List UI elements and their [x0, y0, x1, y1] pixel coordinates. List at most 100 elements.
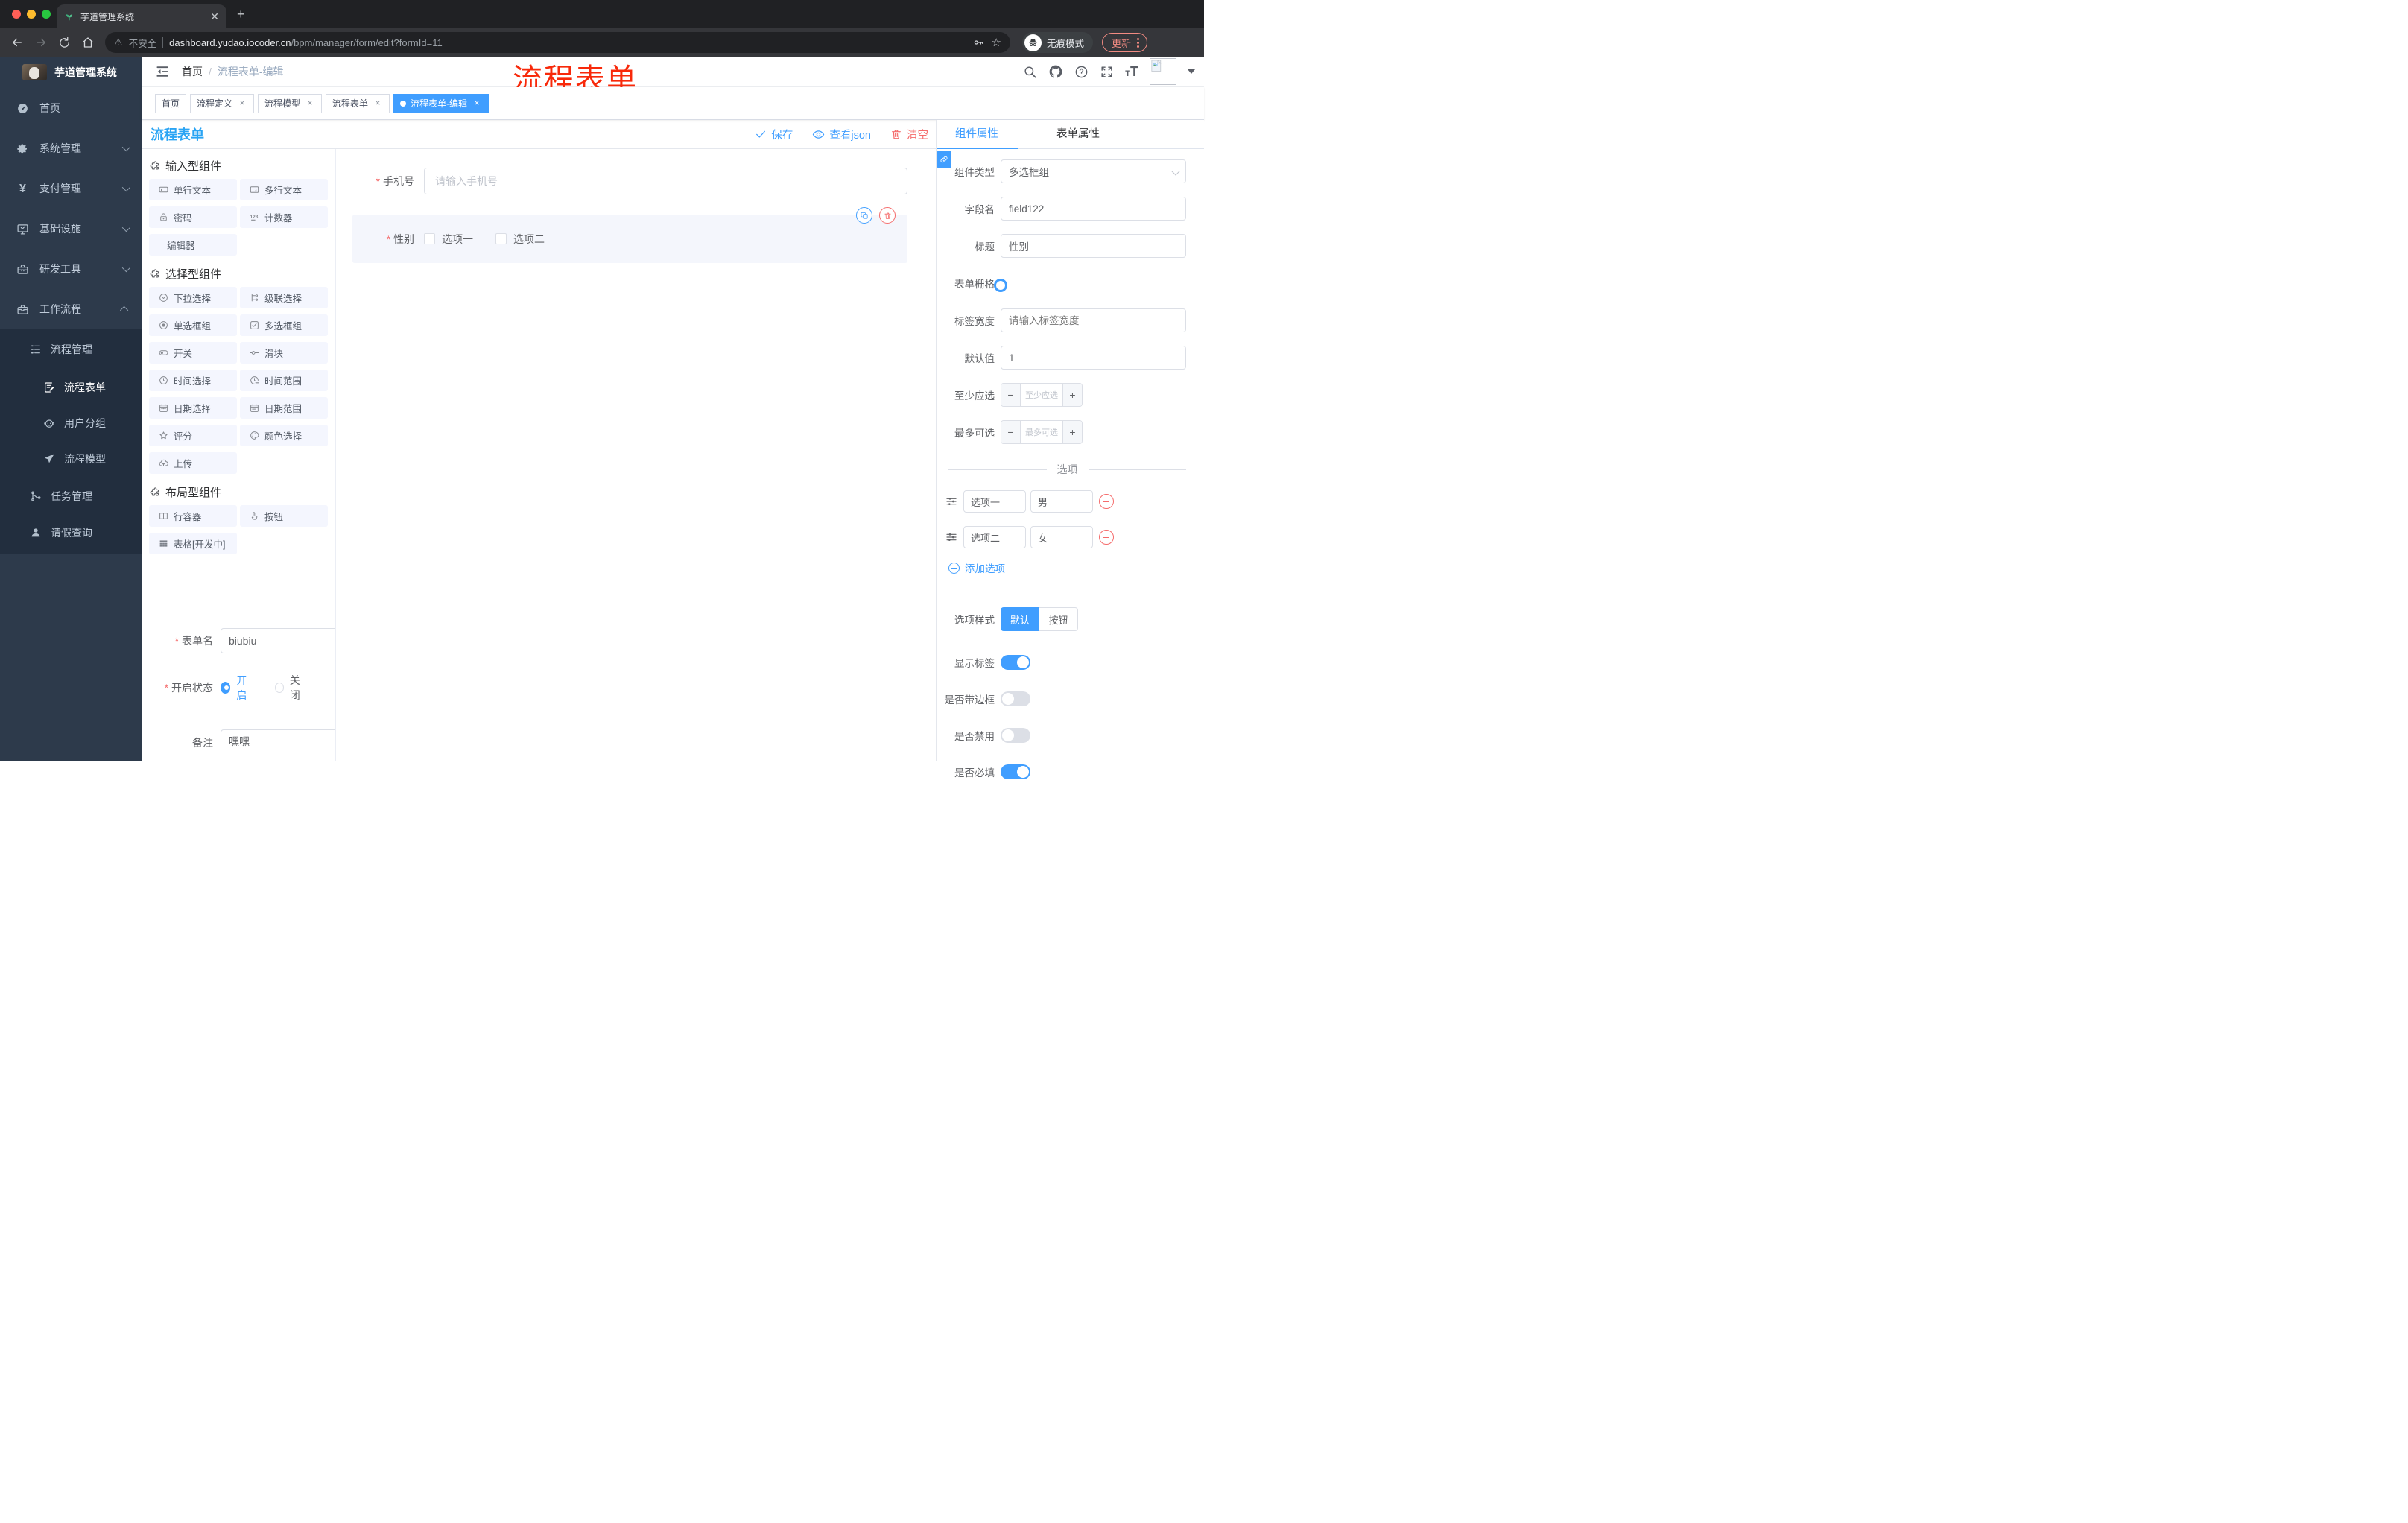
palette-item-date-range[interactable]: 日期范围 [240, 397, 328, 419]
canvas-field-gender-selected[interactable]: 性别 选项一 选项二 [352, 207, 907, 263]
security-warning-icon[interactable]: ⚠ [114, 37, 123, 48]
close-icon[interactable] [237, 98, 247, 109]
help-icon[interactable] [1074, 65, 1089, 79]
sidebar-item-system[interactable]: 系统管理 [0, 128, 142, 168]
back-icon[interactable] [10, 36, 24, 49]
tab-close-icon[interactable]: ✕ [210, 10, 219, 23]
browser-update-button[interactable]: 更新 [1102, 33, 1148, 52]
max-select-value[interactable]: 最多可选 [1021, 421, 1062, 443]
new-tab-button[interactable]: + [237, 7, 245, 21]
status-on-radio[interactable]: 开启 [221, 673, 254, 703]
status-off-radio[interactable]: 关闭 [274, 673, 307, 703]
field-name-input[interactable] [1001, 197, 1186, 221]
drag-handle-link[interactable] [937, 151, 951, 168]
canvas-field-phone[interactable]: 手机号 [337, 149, 936, 194]
palette-item-slider[interactable]: 滑块 [240, 342, 328, 364]
palette-item-date-picker[interactable]: 日期选择 [149, 397, 237, 419]
palette-item-select[interactable]: 下拉选择 [149, 287, 237, 308]
palette-item-rate[interactable]: 评分 [149, 425, 237, 446]
fullscreen-icon[interactable] [1100, 65, 1114, 79]
add-option-link[interactable]: 添加选项 [944, 560, 1186, 575]
avatar[interactable] [1150, 58, 1176, 85]
sidebar-item-leave-query[interactable]: 请假查询 [0, 516, 142, 554]
min-select-value[interactable]: 至少应选 [1021, 384, 1062, 406]
option2-label-input[interactable] [963, 526, 1026, 548]
view-json-button[interactable]: 查看json [812, 127, 871, 142]
url-text[interactable]: dashboard.yudao.iocoder.cn/bpm/manager/f… [169, 37, 443, 48]
palette-item-checkbox-group[interactable]: 多选框组 [240, 314, 328, 336]
remove-option-icon[interactable] [1099, 494, 1114, 509]
tag-process-form[interactable]: 流程表单 [326, 93, 390, 113]
github-icon[interactable] [1048, 64, 1063, 79]
sidebar-item-payment[interactable]: ¥ 支付管理 [0, 168, 142, 209]
palette-item-password[interactable]: 密码 [149, 206, 237, 228]
label-width-input[interactable] [1001, 308, 1186, 332]
sidebar-item-task-mgmt[interactable]: 任务管理 [0, 477, 142, 516]
form-remark-textarea[interactable]: 嘿嘿 [221, 729, 335, 762]
disabled-toggle[interactable] [1001, 728, 1030, 743]
option1-value-input[interactable] [1030, 490, 1093, 513]
title-input[interactable] [1001, 234, 1186, 258]
home-icon[interactable] [81, 36, 95, 49]
tag-process-model[interactable]: 流程模型 [258, 93, 323, 113]
sidebar-item-workflow[interactable]: 工作流程 [0, 289, 142, 329]
palette-item-time-range[interactable]: 时间范围 [240, 370, 328, 391]
bookmark-star-icon[interactable]: ☆ [992, 36, 1001, 49]
required-toggle[interactable] [1001, 764, 1030, 779]
palette-item-cascader[interactable]: 级联选择 [240, 287, 328, 308]
gender-option1-checkbox[interactable]: 选项一 [424, 232, 473, 247]
avatar-caret-icon[interactable] [1188, 69, 1195, 74]
sidebar-item-process-mgmt[interactable]: 流程管理 [0, 329, 142, 370]
breadcrumb-home[interactable]: 首页 [182, 64, 203, 79]
drag-sliders-icon[interactable] [945, 495, 957, 507]
show-label-toggle[interactable] [1001, 655, 1030, 670]
window-close-button[interactable] [12, 10, 21, 19]
slider-handle[interactable] [994, 279, 1007, 292]
password-key-icon[interactable] [972, 37, 984, 48]
phone-input[interactable] [424, 168, 907, 194]
window-maximize-button[interactable] [42, 10, 51, 19]
reload-icon[interactable] [58, 37, 71, 49]
increase-button[interactable]: + [1062, 384, 1082, 406]
save-button[interactable]: 保存 [755, 127, 793, 142]
forward-icon[interactable] [34, 36, 48, 49]
window-minimize-button[interactable] [27, 10, 36, 19]
gender-option2-checkbox[interactable]: 选项二 [495, 232, 545, 247]
sidebar-collapse-icon[interactable] [155, 64, 170, 79]
sidebar-item-process-form[interactable]: 流程表单 [0, 370, 142, 405]
duplicate-field-button[interactable] [856, 207, 872, 224]
decrease-button[interactable]: − [1001, 384, 1021, 406]
drag-sliders-icon[interactable] [945, 531, 957, 543]
sidebar-item-process-model[interactable]: 流程模型 [0, 441, 142, 477]
sidebar-logo[interactable]: 芋道管理系统 [0, 57, 142, 88]
sidebar-item-devtools[interactable]: 研发工具 [0, 249, 142, 289]
close-icon[interactable] [305, 98, 315, 109]
default-value-input[interactable] [1001, 346, 1186, 370]
palette-item-table[interactable]: 表格[开发中] [149, 533, 237, 554]
sidebar-item-infra[interactable]: 基础设施 [0, 209, 142, 249]
palette-item-switch[interactable]: 开关 [149, 342, 237, 364]
clear-button[interactable]: 清空 [890, 127, 928, 142]
close-icon[interactable] [373, 98, 383, 109]
browser-tab[interactable]: 芋道管理系统 ✕ [57, 4, 226, 28]
close-icon[interactable] [472, 98, 482, 109]
font-size-icon[interactable]: TT [1125, 64, 1138, 80]
style-button-button[interactable]: 按钮 [1039, 607, 1078, 631]
search-icon[interactable] [1023, 65, 1037, 79]
component-type-select[interactable] [1001, 159, 1186, 183]
tab-form-props[interactable]: 表单属性 [1026, 120, 1130, 148]
palette-item-editor[interactable]: 编辑器 [149, 234, 237, 256]
tag-home[interactable]: 首页 [155, 93, 187, 113]
palette-item-upload[interactable]: 上传 [149, 452, 237, 474]
sidebar-item-home[interactable]: 首页 [0, 88, 142, 128]
palette-item-button[interactable]: 按钮 [240, 505, 328, 527]
address-bar[interactable]: ⚠ 不安全 dashboard.yudao.iocoder.cn/bpm/man… [105, 32, 1010, 53]
browser-menu-icon[interactable] [1137, 41, 1140, 44]
palette-item-color-picker[interactable]: 颜色选择 [240, 425, 328, 446]
option1-label-input[interactable] [963, 490, 1026, 513]
tag-process-form-edit[interactable]: 流程表单-编辑 [393, 93, 489, 113]
palette-item-time-picker[interactable]: 时间选择 [149, 370, 237, 391]
border-toggle[interactable] [1001, 691, 1030, 706]
palette-item-row-container[interactable]: 行容器 [149, 505, 237, 527]
palette-item-counter[interactable]: 123 计数器 [240, 206, 328, 228]
